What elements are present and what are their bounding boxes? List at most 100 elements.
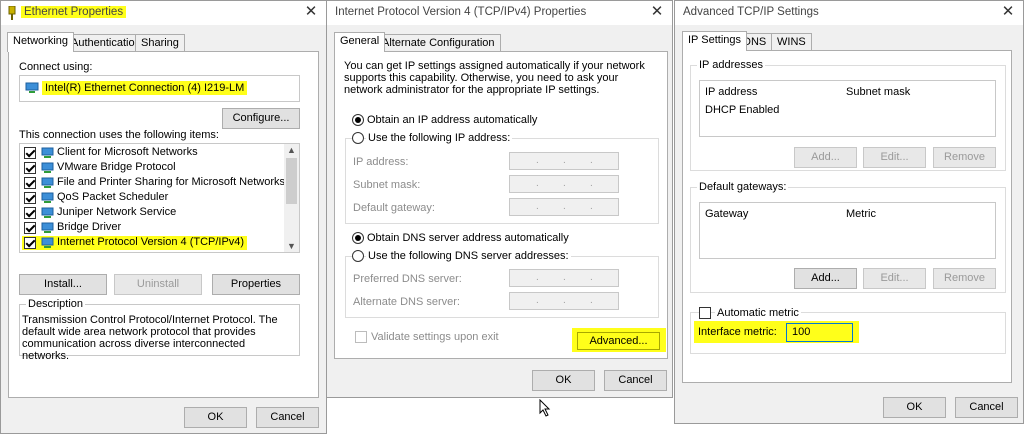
component-icon	[41, 162, 54, 173]
adapter-name: Intel(R) Ethernet Connection (4) I219-LM	[42, 81, 248, 95]
metric-group: Automatic metric Interface metric: 100	[690, 307, 1006, 354]
cancel-button[interactable]: Cancel	[955, 397, 1018, 418]
preferred-dns-label: Preferred DNS server:	[353, 273, 462, 285]
default-gateways-label: Default gateways:	[697, 181, 789, 193]
ip-address-field: ...	[509, 152, 619, 170]
ok-button[interactable]: OK	[184, 407, 247, 428]
window-title: Internet Protocol Version 4 (TCP/IPv4) P…	[335, 6, 587, 18]
scroll-up-icon[interactable]: ▲	[287, 145, 296, 155]
add-gateway-button[interactable]: Add...	[794, 268, 857, 289]
column-metric[interactable]: Metric	[846, 208, 876, 220]
item-label: Internet Protocol Version 4 (TCP/IPv4)	[57, 236, 245, 248]
item-checkbox[interactable]	[24, 162, 36, 174]
list-item[interactable]: Bridge Driver	[22, 221, 284, 235]
use-dns-radio[interactable]	[352, 250, 364, 262]
titlebar[interactable]: Ethernet Properties ✕	[1, 1, 326, 25]
column-ip-address[interactable]: IP address	[705, 86, 757, 98]
item-checkbox[interactable]	[24, 237, 36, 249]
tab-ip-settings[interactable]: IP Settings	[682, 31, 747, 51]
obtain-dns-radio[interactable]	[352, 232, 364, 244]
component-icon	[41, 207, 54, 218]
automatic-metric-checkbox[interactable]	[699, 307, 711, 319]
cancel-button[interactable]: Cancel	[256, 407, 319, 428]
advanced-button[interactable]: Advanced...	[577, 332, 660, 350]
subnet-mask-label: Subnet mask:	[353, 179, 421, 191]
dhcp-enabled-row[interactable]: DHCP Enabled	[705, 104, 779, 116]
tab-wins[interactable]: WINS	[771, 33, 812, 50]
edit-gateway-button: Edit...	[863, 268, 926, 289]
scroll-thumb[interactable]	[286, 158, 297, 204]
item-checkbox[interactable]	[24, 222, 36, 234]
validate-checkbox[interactable]	[355, 331, 367, 343]
item-checkbox[interactable]	[24, 147, 36, 159]
ip-address-label: IP address:	[353, 156, 409, 168]
ok-button[interactable]: OK	[883, 397, 946, 418]
preferred-dns-field: ...	[509, 269, 619, 287]
configure-button[interactable]: Configure...	[222, 108, 300, 129]
obtain-ip-label[interactable]: Obtain an IP address automatically	[367, 114, 537, 126]
remove-gateway-button: Remove	[933, 268, 996, 289]
adapter-icon	[25, 82, 39, 93]
window-title: Ethernet Properties	[21, 6, 127, 18]
interface-metric-input[interactable]: 100	[786, 323, 853, 342]
close-button[interactable]: ✕	[300, 2, 322, 22]
list-item[interactable]: QoS Packet Scheduler	[22, 191, 284, 205]
titlebar[interactable]: Internet Protocol Version 4 (TCP/IPv4) P…	[327, 1, 672, 25]
static-ip-group: Use the following IP address: IP address…	[345, 132, 659, 224]
titlebar[interactable]: Advanced TCP/IP Settings ✕	[675, 1, 1023, 25]
default-gateway-field: ...	[509, 198, 619, 216]
item-checkbox[interactable]	[24, 177, 36, 189]
description-group: Description Transmission Control Protoco…	[19, 298, 300, 362]
use-ip-radio[interactable]	[352, 132, 364, 144]
column-subnet-mask[interactable]: Subnet mask	[846, 86, 910, 98]
interface-metric-label: Interface metric:	[698, 326, 777, 338]
ipv4-properties-window: Internet Protocol Version 4 (TCP/IPv4) P…	[326, 0, 673, 398]
properties-button[interactable]: Properties	[212, 274, 300, 295]
networking-panel: Connect using: Intel(R) Ethernet Connect…	[8, 51, 319, 398]
item-checkbox[interactable]	[24, 192, 36, 204]
item-label: QoS Packet Scheduler	[57, 191, 169, 203]
static-dns-group: Use the following DNS server addresses: …	[345, 250, 659, 318]
column-gateway[interactable]: Gateway	[705, 208, 748, 220]
obtain-dns-label[interactable]: Obtain DNS server address automatically	[367, 232, 569, 244]
close-button[interactable]: ✕	[997, 2, 1019, 22]
description-text: Transmission Control Protocol/Internet P…	[22, 314, 278, 362]
list-item[interactable]: Client for Microsoft Networks	[22, 146, 284, 160]
default-gateway-label: Default gateway:	[353, 202, 435, 214]
ok-button[interactable]: OK	[532, 370, 595, 391]
scroll-down-icon[interactable]: ▼	[287, 241, 296, 251]
list-item[interactable]: Internet Protocol Version 4 (TCP/IPv4)	[22, 236, 247, 250]
adapter-field: Intel(R) Ethernet Connection (4) I219-LM	[19, 75, 300, 102]
use-ip-label[interactable]: Use the following IP address:	[366, 132, 513, 144]
components-list[interactable]: Client for Microsoft Networks VMware Brid…	[19, 143, 300, 253]
edit-ip-button: Edit...	[863, 147, 926, 168]
cancel-button[interactable]: Cancel	[604, 370, 667, 391]
item-label: Juniper Network Service	[57, 206, 177, 218]
component-icon	[41, 177, 54, 188]
list-item[interactable]: Juniper Network Service	[22, 206, 284, 220]
ip-addresses-label: IP addresses	[697, 59, 766, 71]
obtain-ip-radio[interactable]	[352, 114, 364, 126]
automatic-metric-label[interactable]: Automatic metric	[715, 307, 801, 319]
install-button[interactable]: Install...	[19, 274, 107, 295]
ip-address-list[interactable]: IP address Subnet mask DHCP Enabled	[699, 80, 996, 137]
tab-alternate-configuration[interactable]: Alternate Configuration	[376, 34, 501, 51]
add-ip-button: Add...	[794, 147, 857, 168]
tab-networking[interactable]: Networking	[7, 32, 75, 52]
window-title: Advanced TCP/IP Settings	[683, 6, 819, 18]
validate-label[interactable]: Validate settings upon exit	[371, 331, 499, 343]
description-label: Description	[26, 298, 86, 310]
items-label: This connection uses the following items…	[19, 129, 219, 141]
use-dns-label[interactable]: Use the following DNS server addresses:	[366, 250, 571, 262]
item-checkbox[interactable]	[24, 207, 36, 219]
tab-general[interactable]: General	[334, 32, 386, 52]
component-icon	[41, 192, 54, 203]
list-item[interactable]: VMware Bridge Protocol	[22, 161, 284, 175]
gateway-list[interactable]: Gateway Metric	[699, 202, 996, 259]
list-scrollbar[interactable]: ▲ ▼	[284, 144, 299, 252]
tab-sharing[interactable]: Sharing	[135, 34, 185, 51]
advanced-tcpip-window: Advanced TCP/IP Settings ✕ IP Settings D…	[674, 0, 1024, 424]
list-item[interactable]: File and Printer Sharing for Microsoft N…	[22, 176, 285, 190]
close-button[interactable]: ✕	[646, 2, 668, 22]
ip-addresses-group: IP addresses IP address Subnet mask DHCP…	[690, 59, 1006, 171]
